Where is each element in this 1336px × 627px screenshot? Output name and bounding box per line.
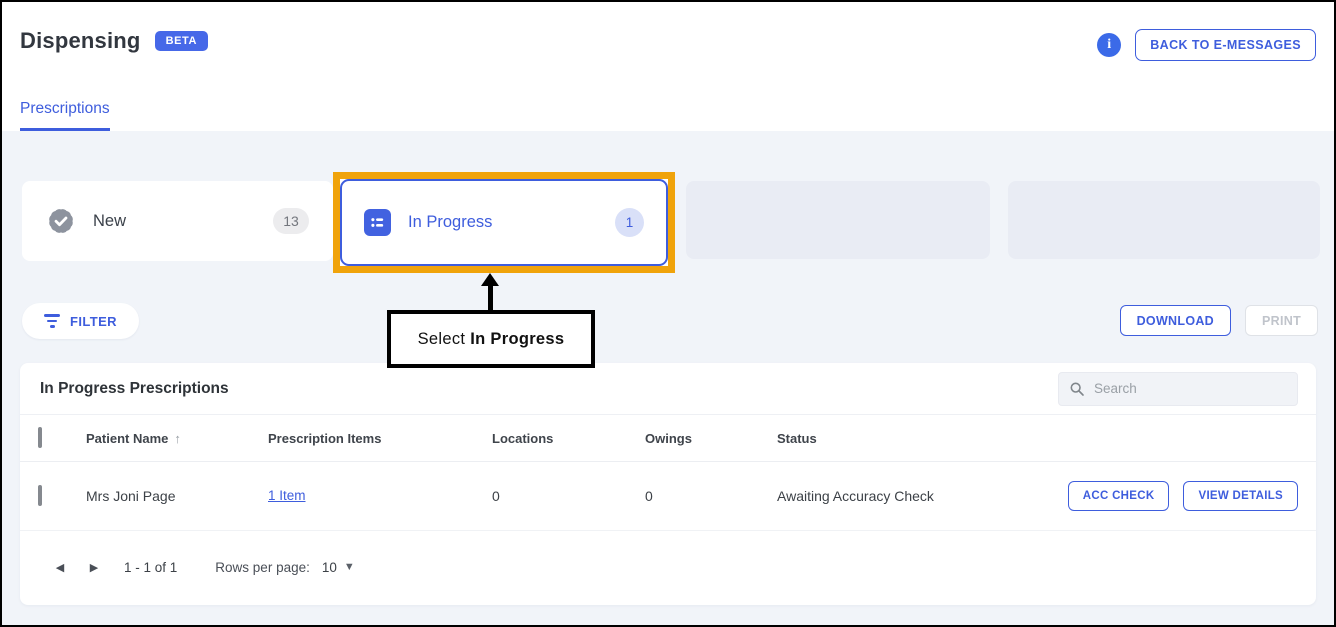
page-header: Dispensing BETA i BACK TO E-MESSAGES Pre…: [2, 2, 1334, 131]
status-card-in-progress-count: 1: [615, 208, 644, 237]
callout-arrow-up: [478, 273, 502, 311]
search-icon: [1069, 381, 1085, 397]
tutorial-highlight-box: In Progress 1: [333, 172, 675, 273]
chevron-down-icon: ▼: [344, 561, 355, 573]
view-details-button[interactable]: VIEW DETAILS: [1183, 481, 1298, 511]
table-row: Mrs Joni Page 1 Item 0 0 Awaiting Accura…: [20, 462, 1316, 531]
seal-check-icon: [46, 206, 76, 236]
status-card-new-count: 13: [273, 208, 309, 234]
status-card-new[interactable]: New 13: [22, 181, 333, 261]
rows-per-page-value: 10: [322, 560, 337, 575]
select-all-checkbox[interactable]: [38, 427, 42, 448]
prescription-items-link[interactable]: 1 Item: [268, 488, 306, 503]
info-icon[interactable]: i: [1097, 33, 1121, 57]
status-cell: Awaiting Accuracy Check: [777, 488, 1068, 504]
column-status: Status: [777, 431, 1298, 446]
acc-check-button[interactable]: ACC CHECK: [1068, 481, 1170, 511]
rows-per-page-label: Rows per page:: [215, 560, 310, 575]
table-header-row: Patient Name↑ Prescription Items Locatio…: [20, 415, 1316, 462]
search-input[interactable]: [1094, 381, 1287, 396]
owings-cell: 0: [645, 488, 777, 504]
list-icon: [364, 209, 391, 236]
app-window: Dispensing BETA i BACK TO E-MESSAGES Pre…: [0, 0, 1336, 627]
content-area: New 13 In Progress 1: [2, 131, 1334, 625]
table-title: In Progress Prescriptions: [40, 380, 229, 398]
status-card-new-label: New: [93, 212, 126, 231]
search-box: [1058, 372, 1298, 406]
sort-asc-icon: ↑: [174, 431, 181, 446]
next-page-button[interactable]: ▶: [82, 555, 106, 579]
callout-select-in-progress: Select In Progress: [387, 310, 595, 368]
tab-bar: Prescriptions: [20, 100, 110, 131]
status-card-in-progress[interactable]: In Progress 1: [340, 179, 668, 266]
pagination-range: 1 - 1 of 1: [124, 560, 177, 575]
row-checkbox[interactable]: [38, 485, 42, 506]
download-button[interactable]: DOWNLOAD: [1120, 305, 1231, 336]
prescriptions-table-card: In Progress Prescriptions Patient Name↑: [20, 363, 1316, 605]
callout-text: Select: [418, 330, 466, 349]
filter-button-label: FILTER: [70, 314, 117, 329]
status-card-placeholder-1[interactable]: [686, 181, 990, 259]
filter-icon: [44, 314, 60, 328]
column-patient-name[interactable]: Patient Name↑: [86, 431, 268, 446]
patient-name-cell: Mrs Joni Page: [86, 488, 268, 504]
status-card-placeholder-2[interactable]: [1008, 181, 1320, 259]
column-owings: Owings: [645, 431, 777, 446]
filter-button[interactable]: FILTER: [22, 303, 139, 339]
status-card-in-progress-label: In Progress: [408, 213, 492, 232]
rows-per-page-select[interactable]: 10 ▼: [322, 560, 355, 575]
tab-prescriptions[interactable]: Prescriptions: [20, 100, 110, 131]
callout-text-bold: In Progress: [470, 330, 564, 349]
prev-page-button[interactable]: ◀: [48, 555, 72, 579]
beta-badge: BETA: [155, 31, 209, 51]
column-prescription-items: Prescription Items: [268, 431, 492, 446]
pagination: ◀ ▶ 1 - 1 of 1 Rows per page: 10 ▼: [20, 531, 1316, 579]
locations-cell: 0: [492, 488, 645, 504]
column-locations: Locations: [492, 431, 645, 446]
page-title: Dispensing: [20, 28, 141, 54]
back-to-emessages-button[interactable]: BACK TO E-MESSAGES: [1135, 29, 1316, 61]
print-button[interactable]: PRINT: [1245, 305, 1318, 336]
